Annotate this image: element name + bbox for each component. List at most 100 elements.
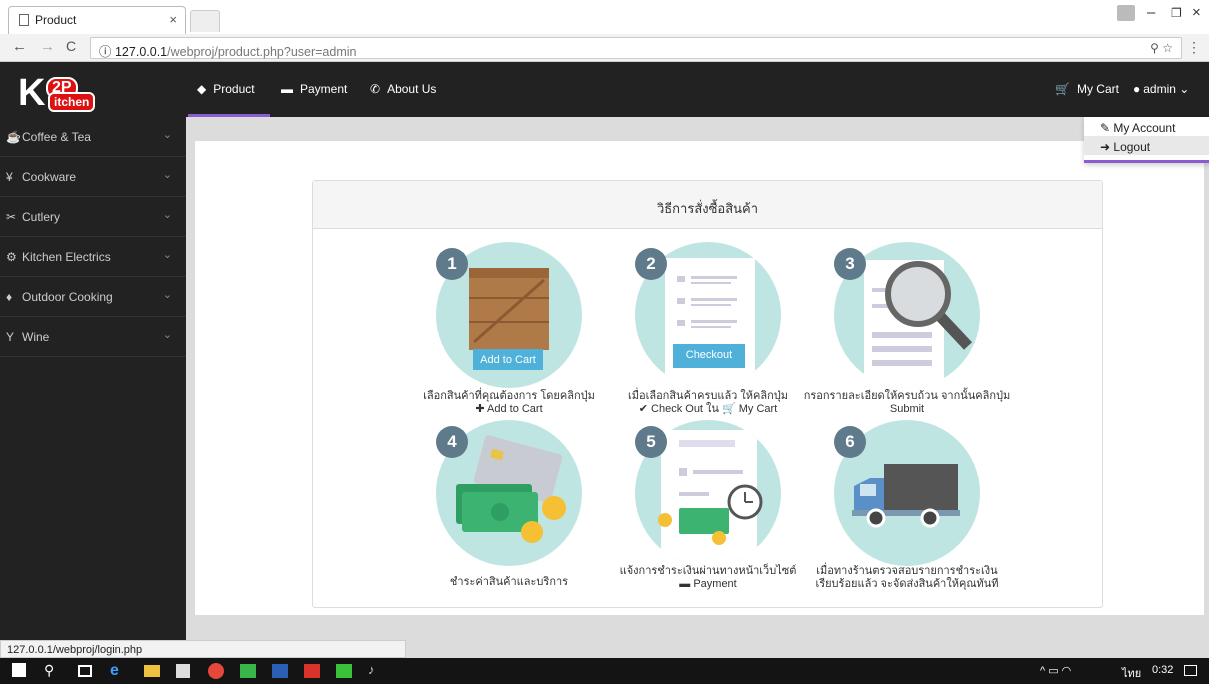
cart-label: My Cart: [1076, 82, 1119, 96]
new-tab-button[interactable]: [190, 10, 220, 32]
chevron-down-icon: ⌄: [162, 329, 172, 341]
line-icon[interactable]: [336, 664, 352, 678]
step-1-number: 1: [436, 248, 468, 280]
step-6-caption-line2: เรียบร้อยแล้ว จะจัดส่งสินค้าให้คุณทันที: [815, 578, 999, 590]
user-icon: ●: [1133, 82, 1141, 96]
browser-status-bar: 127.0.0.1/webproj/login.php: [0, 640, 406, 658]
user-dropdown-menu: ✎ My Account ➜ Logout: [1084, 117, 1209, 163]
panel-title: วิธีการสั่งซื้อสินค้า: [313, 181, 1102, 229]
how-to-order-panel: วิธีการสั่งซื้อสินค้า 1 Add to Cart เลือ…: [312, 180, 1103, 608]
step-5-number: 5: [635, 426, 667, 458]
sidebar-item-outdoor-cooking[interactable]: ♦ Outdoor Cooking ⌄: [0, 277, 186, 317]
close-window-button[interactable]: ×: [1192, 4, 1201, 21]
dreamweaver-icon[interactable]: [240, 664, 256, 678]
browser-tabstrip: Product × – ❐ ×: [0, 0, 1209, 34]
fire-icon: ♦: [6, 290, 13, 304]
minimize-button[interactable]: –: [1147, 4, 1155, 21]
menu-item-label: My Account: [1113, 121, 1176, 135]
tab-title: Product: [35, 13, 77, 27]
url-path: /webproj/product.php?user=admin: [167, 45, 357, 59]
sidebar-item-label: Cookware: [22, 170, 77, 184]
clock[interactable]: 0:32: [1152, 664, 1173, 676]
notification-icon[interactable]: [1184, 665, 1197, 676]
phone-icon: ✆: [370, 82, 381, 96]
tab-close-button[interactable]: ×: [169, 12, 177, 27]
tags-icon: ◆: [197, 82, 207, 96]
file-explorer-icon[interactable]: [144, 665, 160, 677]
windows-start-icon[interactable]: [12, 663, 26, 677]
nav-my-cart[interactable]: 🛒 My Cart: [1055, 82, 1119, 96]
cutlery-icon: ¥: [6, 170, 13, 184]
content-card: วิธีการสั่งซื้อสินค้า 1 Add to Cart เลือ…: [195, 141, 1204, 615]
user-label: admin: [1143, 82, 1176, 96]
page-icon: [19, 14, 29, 26]
step-3-caption-line2: Submit: [889, 403, 925, 415]
edit-icon: ✎: [1100, 121, 1114, 135]
edge-icon[interactable]: e: [110, 662, 128, 680]
glass-icon: Y: [6, 330, 15, 344]
menu-item-my-account[interactable]: ✎ My Account: [1084, 117, 1209, 136]
app-icon[interactable]: ♪: [368, 662, 386, 680]
url-input[interactable]: ⓘ 127.0.0.1/webproj/product.php?user=adm…: [90, 37, 1182, 59]
nav-product[interactable]: ◆ Product: [197, 82, 255, 96]
credit-card-icon: ▬: [281, 82, 293, 96]
nav-payment-label: Payment: [300, 82, 348, 96]
step-3-number: 3: [834, 248, 866, 280]
nav-user-menu[interactable]: ● admin ⌄: [1133, 82, 1189, 96]
url-host: 127.0.0.1: [114, 45, 168, 59]
nav-payment[interactable]: ▬ Payment: [281, 82, 347, 96]
add-to-cart-illustration-button: Add to Cart: [473, 349, 543, 370]
sidebar-item-cutlery[interactable]: ✂ Cutlery ⌄: [0, 197, 186, 237]
browser-menu-icon[interactable]: ⋮: [1187, 39, 1201, 56]
profile-icon[interactable]: [1117, 5, 1135, 21]
step-6-number: 6: [834, 426, 866, 458]
chevron-down-icon: ⌄: [162, 249, 172, 261]
address-bar: ← → C ⓘ 127.0.0.1/webproj/product.php?us…: [0, 34, 1209, 62]
scissors-icon: ✂: [6, 210, 17, 224]
step-3-caption-line1: กรอกรายละเอียดให้ครบถ้วน จากนั้นคลิกปุ่ม: [803, 390, 1011, 402]
store-icon[interactable]: [176, 664, 190, 678]
sidebar-item-label: Cutlery: [22, 210, 61, 224]
sidebar-item-label: Wine: [22, 330, 50, 344]
logo-k: K: [18, 72, 46, 114]
search-icon[interactable]: ⚲: [44, 662, 62, 680]
acrobat-icon[interactable]: [304, 664, 320, 678]
site-logo[interactable]: K 2P itchen: [18, 72, 112, 114]
back-icon[interactable]: ←: [12, 38, 27, 55]
browser-tab[interactable]: Product ×: [8, 6, 186, 34]
logo-kitchen: itchen: [48, 92, 96, 112]
os-taskbar: ⚲ e ♪ ^ ▭ ◠ ไทย 0:32: [0, 658, 1209, 684]
category-sidebar: ☕Coffee & Tea ⌄ ¥ Cookware ⌄ ✂ Cutlery ⌄ ⚙ Kit…: [0, 117, 186, 640]
reload-icon[interactable]: C: [66, 38, 76, 54]
zoom-bookmark-icons[interactable]: ⚲ ☆: [1150, 41, 1173, 55]
input-language[interactable]: ไทย: [1122, 664, 1141, 682]
menu-item-logout[interactable]: ➜ Logout: [1084, 136, 1209, 155]
nav-about[interactable]: ✆ About Us: [370, 82, 436, 96]
step-4-number: 4: [436, 426, 468, 458]
site-navbar: K 2P itchen ◆ Product ▬ Payment ✆ About Us …: [0, 62, 1209, 117]
forward-icon[interactable]: →: [40, 38, 55, 55]
sidebar-item-kitchen-electrics[interactable]: ⚙ Kitchen Electrics ⌄: [0, 237, 186, 277]
step-6-caption: เมื่อทางร้านตรวจสอบรายการชำระเงิน เรียบร…: [787, 565, 1027, 591]
sidebar-item-coffee-tea[interactable]: ☕Coffee & Tea ⌄: [0, 117, 186, 157]
nav-product-label: Product: [213, 82, 255, 96]
sidebar-item-label: Outdoor Cooking: [22, 290, 113, 304]
gear-icon: ⚙: [6, 250, 17, 264]
nav-about-label: About Us: [387, 82, 437, 96]
main-content: วิธีการสั่งซื้อสินค้า 1 Add to Cart เลือ…: [186, 117, 1209, 640]
chrome-icon[interactable]: [208, 663, 224, 679]
step-2-number: 2: [635, 248, 667, 280]
step-6-caption-line1: เมื่อทางร้านตรวจสอบรายการชำระเงิน: [816, 565, 998, 577]
sidebar-item-label: Coffee & Tea: [22, 130, 91, 144]
sidebar-item-wine[interactable]: Y Wine ⌄: [0, 317, 186, 357]
sidebar-item-cookware[interactable]: ¥ Cookware ⌄: [0, 157, 186, 197]
chevron-down-icon: ⌄: [162, 209, 172, 221]
task-view-icon[interactable]: [78, 665, 92, 677]
restore-button[interactable]: ❐: [1171, 6, 1182, 20]
system-tray-icons[interactable]: ^ ▭ ◠: [1040, 664, 1071, 677]
word-icon[interactable]: [272, 664, 288, 678]
chevron-down-icon: ⌄: [162, 169, 172, 181]
chevron-down-icon: ⌄: [1179, 82, 1190, 96]
chevron-down-icon: ⌄: [162, 289, 172, 301]
cup-icon: ☕: [6, 130, 21, 144]
